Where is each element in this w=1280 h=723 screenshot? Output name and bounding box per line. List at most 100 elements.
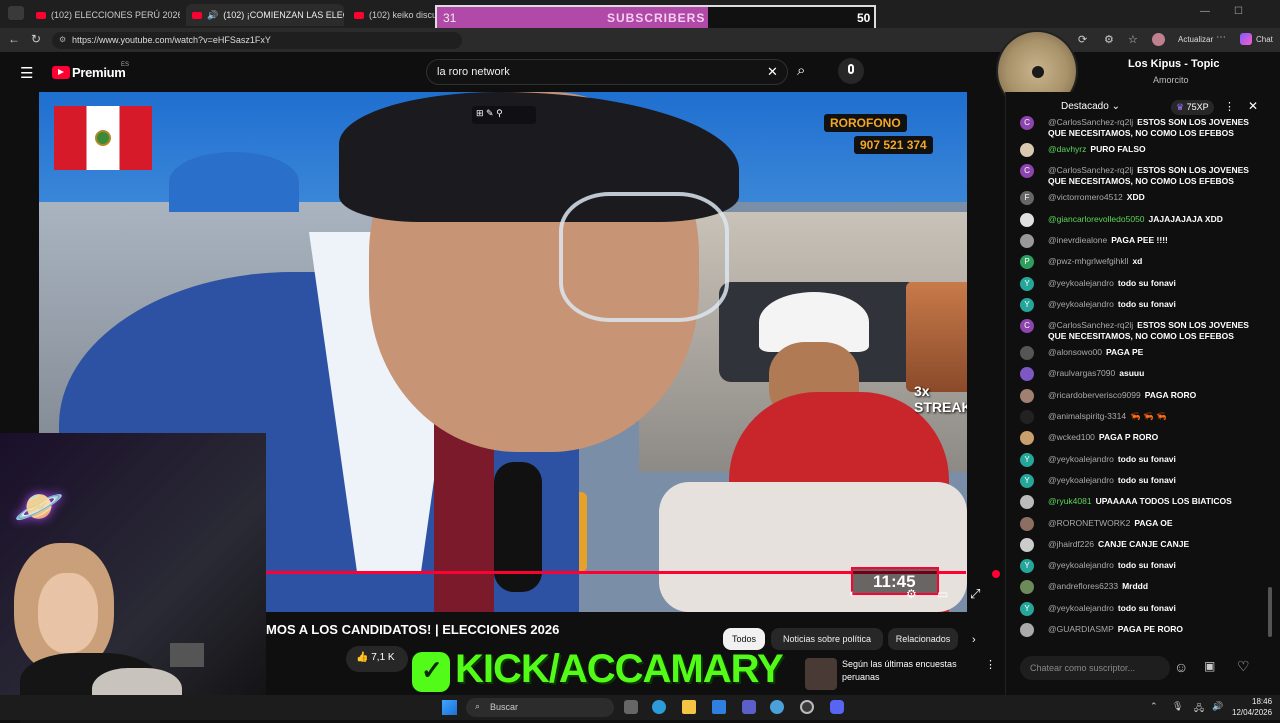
user-avatar[interactable] <box>1020 388 1034 403</box>
fullscreen-icon[interactable]: ⤢ <box>970 586 980 602</box>
user-avatar[interactable]: Y <box>1020 473 1034 488</box>
chat-username[interactable]: @davhyrz <box>1048 144 1086 154</box>
autoplay-toggle-icon[interactable]: ◐ <box>849 588 856 600</box>
search-input[interactable]: la roro network <box>426 59 788 85</box>
tray-mic-icon[interactable]: 🎙 <box>1172 701 1183 712</box>
chat-username[interactable]: @yeykoalejandro <box>1048 603 1114 613</box>
chat-close-icon[interactable]: ✕ <box>1248 99 1258 113</box>
settings-icon[interactable]: ⚙ <box>1104 33 1114 46</box>
bookmark-icon[interactable]: ☆ <box>1128 33 1138 46</box>
user-avatar[interactable] <box>1020 623 1034 637</box>
chat-username[interactable]: @animalspiritg-3314 <box>1048 411 1126 421</box>
menu-icon[interactable]: ☰ <box>20 64 33 82</box>
chat-username[interactable]: @yeykoalejandro <box>1048 299 1114 309</box>
user-avatar[interactable] <box>1020 410 1034 424</box>
user-avatar[interactable]: C <box>1020 319 1034 334</box>
extension-icon[interactable]: ⟳ <box>1078 33 1087 46</box>
minimize-icon[interactable]: — <box>1200 6 1210 17</box>
like-button[interactable]: 👍 7,1 K <box>346 646 408 672</box>
task-view-icon[interactable] <box>624 700 638 714</box>
volume-icon[interactable]: 🔊 <box>1212 701 1223 712</box>
chat-username[interactable]: @GUARDIASMP <box>1048 624 1114 634</box>
back-icon[interactable]: ← <box>8 32 20 46</box>
user-avatar[interactable]: Y <box>1020 297 1034 312</box>
chat-username[interactable]: @yeykoalejandro <box>1048 560 1114 570</box>
clock-date[interactable]: 12/04/2026 <box>1232 708 1272 717</box>
youtube-logo-icon[interactable] <box>52 66 70 79</box>
chat-scrollbar[interactable] <box>1268 587 1272 637</box>
discord-icon[interactable] <box>830 700 844 714</box>
more-icon[interactable]: ⋯ <box>1216 32 1226 43</box>
browser-tab[interactable]: (102) keiko discurs <box>348 4 438 26</box>
profile-avatar[interactable] <box>1152 33 1165 46</box>
voice-search-button[interactable] <box>838 58 864 84</box>
user-avatar[interactable]: F <box>1020 191 1034 206</box>
chat-button[interactable]: Chat <box>1256 35 1273 44</box>
chat-username[interactable]: @CarlosSanchez-rq2lj <box>1048 165 1133 175</box>
youtube-premium-logo[interactable]: Premium <box>72 65 126 80</box>
chat-input[interactable]: Chatear como suscriptor... <box>1020 656 1170 680</box>
chat-username[interactable]: @alonsowo00 <box>1048 347 1102 357</box>
chat-username[interactable]: @CarlosSanchez-rq2lj <box>1048 320 1133 330</box>
update-button[interactable]: Actualizar <box>1178 35 1213 44</box>
progress-scrubber[interactable] <box>992 570 1000 578</box>
copilot-icon[interactable] <box>1240 33 1252 45</box>
user-avatar[interactable] <box>1020 367 1034 382</box>
user-avatar[interactable] <box>1020 495 1034 510</box>
chat-username[interactable]: @yeykoalejandro <box>1048 278 1114 288</box>
user-avatar[interactable] <box>1020 143 1034 157</box>
browser-tab-active[interactable]: 🔊 (102) ¡COMIENZAN LAS ELECC ✕ <box>186 4 344 26</box>
related-thumbnail[interactable] <box>805 658 837 690</box>
chat-mode-dropdown[interactable]: Destacado ⌄ <box>1061 101 1120 112</box>
related-title[interactable]: Según las últimas encuestas peruanas <box>842 658 972 684</box>
chat-username[interactable]: @yeykoalejandro <box>1048 475 1114 485</box>
user-avatar[interactable]: Y <box>1020 601 1034 616</box>
user-avatar[interactable]: P <box>1020 255 1034 270</box>
teams-icon[interactable] <box>742 700 756 714</box>
user-avatar[interactable]: C <box>1020 164 1034 179</box>
steam-icon[interactable] <box>770 700 784 714</box>
chat-username[interactable]: @yeykoalejandro <box>1048 454 1114 464</box>
user-avatar[interactable] <box>1020 537 1034 552</box>
edge-icon[interactable] <box>652 700 666 714</box>
miniplayer-icon[interactable]: ▭ <box>937 587 948 601</box>
chat-username[interactable]: @ryuk4081 <box>1048 496 1092 506</box>
chat-username[interactable]: @andreflores6233 <box>1048 581 1118 591</box>
user-avatar[interactable] <box>1020 233 1034 248</box>
user-avatar[interactable] <box>1020 346 1034 361</box>
user-avatar[interactable] <box>1020 212 1034 227</box>
browser-tab[interactable]: (102) ELECCIONES PERÚ 2026 EN ✕ <box>30 4 180 26</box>
user-avatar[interactable] <box>1020 516 1034 531</box>
settings-gear-icon[interactable]: ⚙ <box>906 587 917 601</box>
network-icon[interactable]: 🖧 <box>1194 701 1204 717</box>
chip-related[interactable]: Relacionados <box>888 628 958 650</box>
chat-username[interactable]: @jhairdf226 <box>1048 539 1094 549</box>
tray-expand-icon[interactable]: ⌃ <box>1150 701 1158 712</box>
site-info-icon[interactable]: ⚙ <box>59 35 66 44</box>
chat-username[interactable]: @CarlosSanchez-rq2lj <box>1048 117 1133 127</box>
chips-next-icon[interactable]: › <box>972 634 976 646</box>
chat-username[interactable]: @raulvargas7090 <box>1048 368 1115 378</box>
xp-badge[interactable]: ♛ 75XP <box>1171 100 1214 115</box>
clock-time[interactable]: 18:46 <box>1252 697 1272 706</box>
user-avatar[interactable] <box>1020 580 1034 595</box>
chat-username[interactable]: @ricardoberverisco9099 <box>1048 390 1141 400</box>
store-icon[interactable] <box>712 700 726 714</box>
clear-search-icon[interactable]: ✕ <box>767 64 778 80</box>
user-avatar[interactable]: C <box>1020 116 1034 130</box>
user-avatar[interactable] <box>1020 431 1034 446</box>
chat-username[interactable]: @RORONETWORK2 <box>1048 518 1130 528</box>
user-avatar[interactable]: Y <box>1020 276 1034 291</box>
taskbar-search[interactable]: ⌕ Buscar <box>466 698 614 717</box>
chat-username[interactable]: @giancarlorevolledo5050 <box>1048 214 1145 224</box>
user-avatar[interactable]: Y <box>1020 452 1034 467</box>
url-field[interactable]: ⚙ https://www.youtube.com/watch?v=eHFSas… <box>52 32 462 49</box>
speaker-icon[interactable]: 🔊 <box>207 10 218 21</box>
super-chat-icon[interactable]: ▣ <box>1204 659 1215 673</box>
heart-icon[interactable]: ♡ <box>1237 658 1250 675</box>
chat-username[interactable]: @wcked100 <box>1048 432 1095 442</box>
user-avatar[interactable]: Y <box>1020 559 1034 574</box>
reload-icon[interactable]: ↻ <box>31 32 41 46</box>
chip-politics[interactable]: Noticias sobre política <box>771 628 883 650</box>
related-more-icon[interactable]: ⋮ <box>985 658 996 671</box>
